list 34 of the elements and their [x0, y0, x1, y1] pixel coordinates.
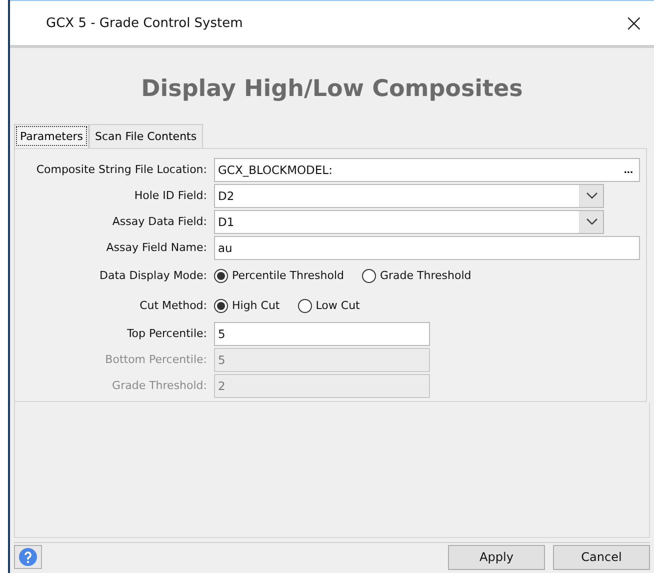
- radio-label: Low Cut: [316, 299, 360, 312]
- chevron-icon[interactable]: [579, 184, 603, 206]
- text-field[interactable]: au: [214, 236, 640, 260]
- field-label: Top Percentile:: [126, 327, 207, 340]
- radio-button[interactable]: [362, 268, 376, 282]
- field-label: Composite String File Location:: [35, 163, 207, 176]
- text-field[interactable]: 5: [214, 322, 430, 346]
- field-label: Assay Field Name:: [105, 241, 207, 254]
- dropdown-field[interactable]: D2: [214, 184, 604, 208]
- close-button[interactable]: ×: [624, 9, 644, 37]
- tab[interactable]: Scan File Contents: [88, 124, 203, 148]
- radio-button[interactable]: [298, 298, 312, 312]
- radio-button[interactable]: [214, 268, 228, 282]
- field-label: Cut Method:: [138, 299, 207, 312]
- dropdown-field[interactable]: D1: [214, 210, 604, 234]
- dialog-button[interactable]: Apply: [448, 544, 545, 570]
- dialog-heading: Display High/Low Composites: [141, 76, 523, 102]
- window-title: GCX 5 - Grade Control System: [46, 16, 243, 30]
- help-icon: [18, 547, 38, 567]
- radio-label: Percentile Threshold: [232, 269, 344, 282]
- tab[interactable]: Parameters: [14, 124, 89, 148]
- radio-label: High Cut: [232, 299, 280, 312]
- browse-button[interactable]: ...: [618, 164, 639, 176]
- radio-button[interactable]: [214, 298, 228, 312]
- file-location-field[interactable]: GCX_BLOCKMODEL: ...: [214, 158, 640, 182]
- dialog-button[interactable]: Cancel: [553, 544, 650, 570]
- field-label: Data Display Mode:: [98, 269, 207, 282]
- field-label: Hole ID Field:: [133, 189, 207, 202]
- field-label: Assay Data Field:: [111, 215, 207, 228]
- chevron-icon[interactable]: [579, 210, 603, 232]
- help-button[interactable]: [14, 545, 42, 569]
- field-label: Grade Threshold:: [111, 379, 207, 392]
- radio-label: Grade Threshold: [380, 269, 472, 282]
- field-label: Bottom Percentile:: [104, 353, 207, 366]
